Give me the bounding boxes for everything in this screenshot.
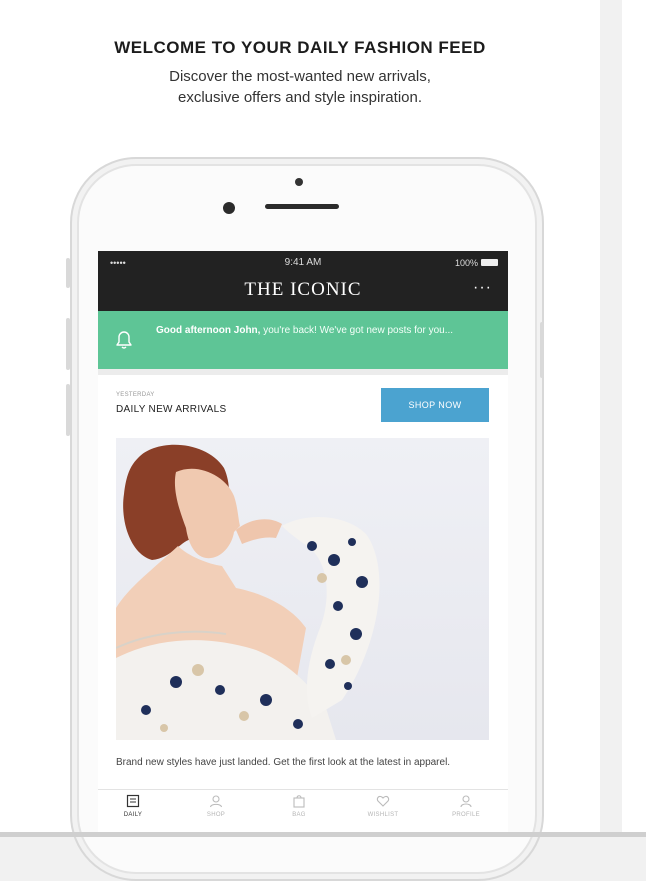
- greeting-name: Good afternoon John,: [156, 325, 261, 336]
- battery-percent: 100%: [454, 258, 478, 268]
- status-time: 9:41 AM: [284, 257, 322, 268]
- phone-front-camera: [223, 202, 235, 214]
- promo-subline-line: Discover the most-wanted new arrivals,: [169, 68, 431, 85]
- shop-now-button[interactable]: SHOP NOW: [381, 388, 489, 422]
- phone-volume-up: [66, 318, 70, 370]
- daily-icon: [126, 794, 140, 808]
- phone-screen: ••••• 9:41 AM 100% THE ICONIC ··· Good a…: [98, 251, 508, 837]
- promo-headline: WELCOME TO YOUR DAILY FASHION FEED: [114, 38, 486, 57]
- feed-title: DAILY NEW ARRIVALS: [116, 404, 227, 415]
- promo-subline: Discover the most-wanted new arrivals, e…: [0, 66, 600, 108]
- hero-fashion-image[interactable]: [116, 438, 489, 740]
- tab-label: DAILY: [123, 812, 143, 818]
- tab-profile[interactable]: PROFILE: [436, 794, 496, 818]
- profile-icon: [460, 795, 472, 808]
- heart-icon: [376, 795, 390, 807]
- tab-label: WISHLIST: [367, 812, 399, 818]
- model-illustration: [116, 444, 380, 740]
- tab-daily[interactable]: DAILY: [103, 794, 163, 818]
- greeting-banner[interactable]: Good afternoon John, you're back! We've …: [98, 311, 508, 369]
- app-header: ••••• 9:41 AM 100% THE ICONIC ···: [98, 251, 508, 311]
- bag-icon: [293, 795, 305, 808]
- app-title: THE ICONIC: [244, 279, 362, 300]
- tab-label: PROFILE: [452, 812, 480, 818]
- shop-icon: [209, 795, 223, 808]
- tab-bag[interactable]: BAG: [269, 794, 329, 818]
- bottom-tab-bar: DAILY SHOP BAG WISHLIST PROFILE: [98, 789, 508, 837]
- battery-icon: [481, 259, 498, 266]
- divider: [98, 369, 508, 375]
- promo-subline-line: exclusive offers and style inspiration.: [177, 89, 422, 106]
- next-promo-panel: [622, 0, 646, 837]
- phone-power-button: [540, 322, 544, 378]
- tab-wishlist[interactable]: WISHLIST: [353, 794, 413, 818]
- tab-label: BAG: [292, 812, 306, 818]
- phone-mute-switch: [66, 258, 70, 288]
- bell-icon: [116, 331, 132, 349]
- more-options-icon[interactable]: ···: [473, 279, 492, 297]
- feed-date-label: YESTERDAY: [116, 392, 155, 398]
- page-bottom-edge: [0, 832, 646, 837]
- phone-camera: [295, 178, 303, 186]
- greeting-message: you're back! We've got new posts for you…: [260, 325, 454, 336]
- tab-label: SHOP: [206, 812, 226, 818]
- hero-caption: Brand new styles have just landed. Get t…: [116, 757, 451, 768]
- phone-volume-down: [66, 384, 70, 436]
- greeting-text: Good afternoon John, you're back! We've …: [156, 323, 476, 339]
- tab-shop[interactable]: SHOP: [186, 794, 246, 818]
- phone-speaker: [265, 204, 339, 209]
